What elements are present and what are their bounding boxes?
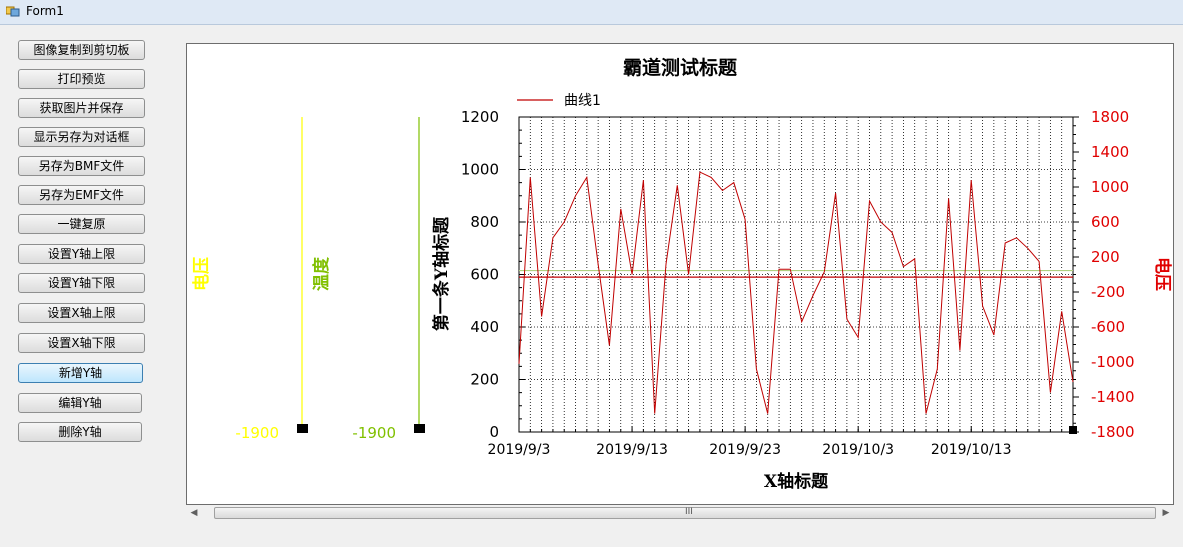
extra-axis-title: 电压	[191, 257, 212, 291]
edit-y-axis-button[interactable]: 编辑Y轴	[18, 393, 142, 413]
scroll-grip: III	[685, 507, 693, 517]
y2-tick-label: 1400	[1091, 143, 1129, 161]
y2-tick-label: 200	[1091, 248, 1120, 266]
set-x-min-button[interactable]: 设置X轴下限	[18, 333, 145, 353]
y-axis-title: 第一条Y轴标题	[431, 216, 452, 331]
axis-end-marker	[1069, 426, 1077, 434]
y2-tick-label: -1000	[1091, 353, 1135, 371]
x-tick-label: 2019/9/13	[596, 442, 668, 458]
add-y-axis-button[interactable]: 新增Y轴	[18, 363, 143, 383]
horizontal-scrollbar[interactable]: ◀ III ▶	[186, 505, 1174, 522]
y2-tick-label: -1800	[1091, 423, 1135, 441]
extra-axis-marker	[414, 424, 425, 433]
save-emf-button[interactable]: 另存为EMF文件	[18, 185, 145, 205]
save-as-dialog-button[interactable]: 显示另存为对话框	[18, 127, 145, 147]
print-preview-button[interactable]: 打印预览	[18, 69, 145, 89]
y-tick-label: 1000	[461, 161, 499, 179]
window-title: Form1	[26, 4, 64, 18]
extra-axis-marker	[297, 424, 308, 433]
window-titlebar: Form1	[0, 0, 1183, 25]
set-y-min-button[interactable]: 设置Y轴下限	[18, 273, 145, 293]
x-axis-title: X轴标题	[764, 471, 829, 492]
y-tick-label: 600	[470, 266, 499, 284]
legend-label-curve1: 曲线1	[564, 93, 601, 109]
scroll-thumb[interactable]: III	[214, 507, 1156, 519]
y-tick-label: 200	[470, 371, 499, 389]
y2-axis-title: 电压	[1152, 257, 1173, 291]
y-tick-label: 0	[489, 423, 499, 441]
chart-canvas[interactable]: 0 200 400 600 800 1000 1200 -1800 -1400 -1000 -600…	[187, 44, 1173, 504]
y2-tick-label: -200	[1091, 283, 1125, 301]
delete-y-axis-button[interactable]: 删除Y轴	[18, 422, 142, 442]
y-tick-label: 800	[470, 213, 499, 231]
x-tick-label: 2019/10/3	[822, 442, 894, 458]
scroll-right-arrow-icon[interactable]: ▶	[1160, 507, 1172, 519]
copy-to-clipboard-button[interactable]: 图像复制到剪切板	[18, 40, 145, 60]
x-tick-label: 2019/9/3	[488, 442, 551, 458]
get-image-save-button[interactable]: 获取图片并保存	[18, 98, 145, 118]
y2-tick-label: 1000	[1091, 178, 1129, 196]
x-tick-label: 2019/10/13	[931, 442, 1012, 458]
chart-title: 霸道测试标题	[623, 56, 737, 79]
extra-axis-min-label: -1900	[235, 424, 279, 442]
y-tick-label: 400	[470, 318, 499, 336]
y2-tick-label: -600	[1091, 318, 1125, 336]
y2-tick-label: 600	[1091, 213, 1120, 231]
reset-button[interactable]: 一键复原	[18, 214, 145, 234]
extra-axis-min-label: -1900	[352, 424, 396, 442]
save-bmf-button[interactable]: 另存为BMF文件	[18, 156, 145, 176]
chart-panel[interactable]: 0 200 400 600 800 1000 1200 -1800 -1400 -1000 -600…	[186, 43, 1174, 505]
series-line-curve1	[518, 171, 1074, 414]
x-tick-label: 2019/9/23	[709, 442, 781, 458]
set-y-max-button[interactable]: 设置Y轴上限	[18, 244, 145, 264]
extra-axis-title: 温度	[311, 256, 332, 291]
scroll-left-arrow-icon[interactable]: ◀	[188, 507, 200, 519]
y2-tick-label: -1400	[1091, 388, 1135, 406]
app-icon	[6, 6, 20, 17]
y-tick-label: 1200	[461, 108, 499, 126]
set-x-max-button[interactable]: 设置X轴上限	[18, 303, 145, 323]
y2-tick-label: 1800	[1091, 108, 1129, 126]
